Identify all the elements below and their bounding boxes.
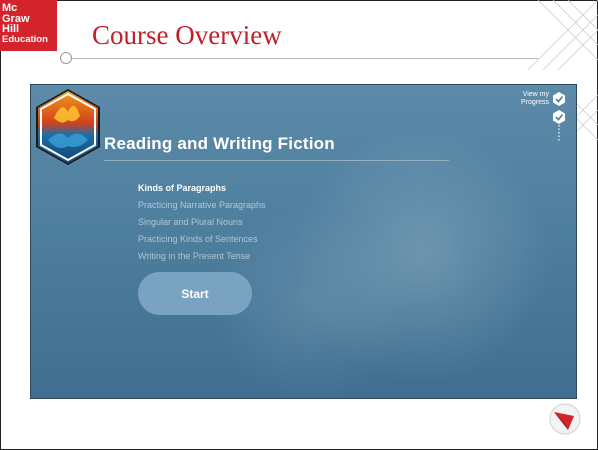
progress-label: View my Progress [509, 91, 549, 107]
course-panel: Reading and Writing Fiction Kinds of Par… [30, 84, 577, 399]
view-progress-button[interactable]: View my Progress [509, 91, 566, 141]
logo-text-hill: Hill [2, 23, 20, 35]
divider-circle [60, 52, 72, 64]
start-button[interactable]: Start [138, 272, 252, 315]
course-title: Reading and Writing Fiction [104, 134, 335, 153]
lesson-list: Kinds of Paragraphs Practicing Narrative… [138, 180, 266, 265]
course-title-divider [104, 160, 449, 161]
lesson-item-narrative-paragraphs[interactable]: Practicing Narrative Paragraphs [138, 197, 266, 214]
logo-text-mc: Mc [2, 2, 18, 14]
mcgraw-hill-logo: Mc Graw Hill Education [0, 0, 57, 51]
course-image [34, 88, 102, 166]
lesson-item-present-tense[interactable]: Writing in the Present Tense [138, 248, 266, 265]
progress-label-line2: Progress [520, 99, 549, 106]
checkmark-hexagon-icon [553, 92, 565, 141]
lesson-item-kinds-of-paragraphs[interactable]: Kinds of Paragraphs [138, 180, 266, 197]
lesson-item-nouns[interactable]: Singular and Plural Nouns [138, 214, 266, 231]
logo-text-education: Education [2, 33, 48, 45]
lesson-item-kinds-of-sentences[interactable]: Practicing Kinds of Sentences [138, 231, 266, 248]
progress-label-line1: View my [522, 91, 549, 98]
red-arrow-circle-icon [549, 403, 581, 435]
slide-title: Course Overview [92, 20, 282, 50]
title-divider [68, 58, 538, 59]
fire-and-water-icon [36, 89, 100, 165]
